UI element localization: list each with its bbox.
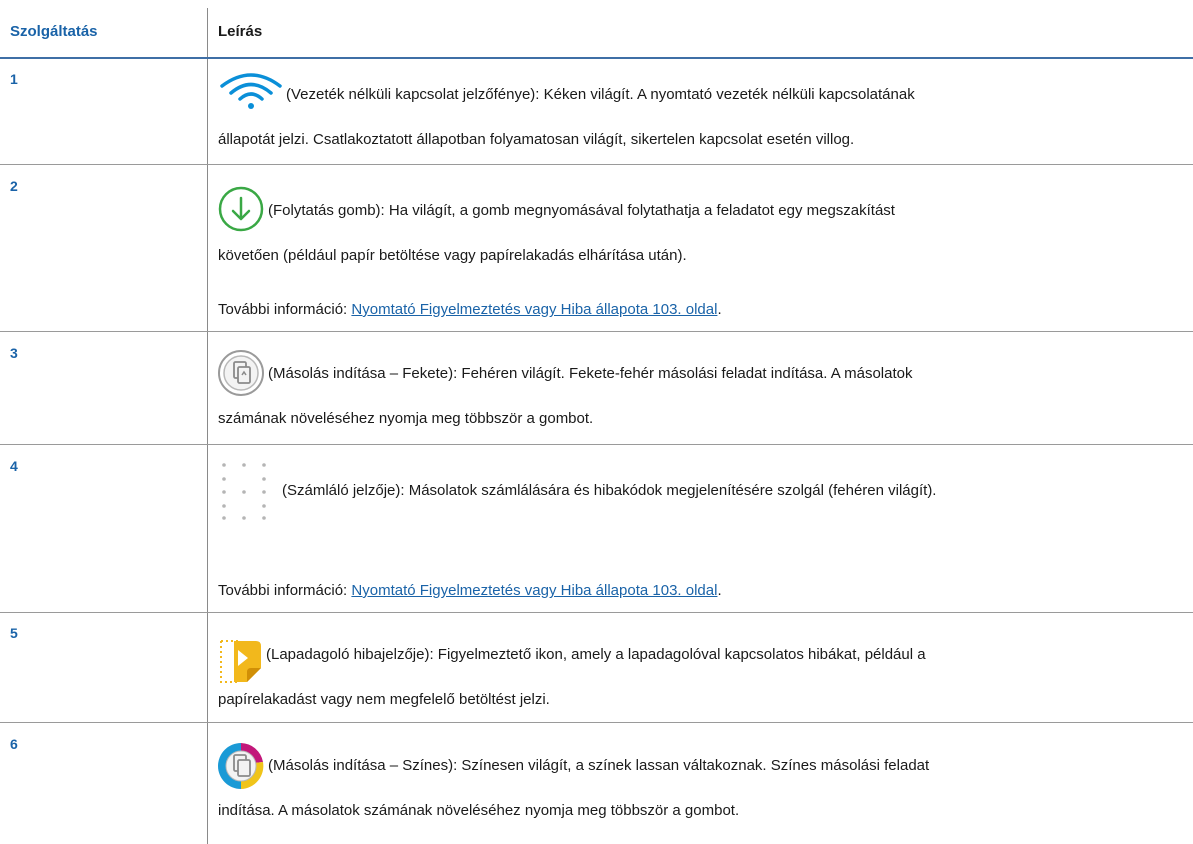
more-info-suffix: . [717,301,722,318]
more-info-link[interactable]: Nyomtató Figyelmeztetés vagy Hiba állapo… [351,301,717,318]
resume-arrow-down-icon [218,186,264,237]
row-number: 6 [10,736,18,752]
description-line: (Számláló jelzője): Másolatok számlálásá… [282,482,937,499]
description-line: (Másolás indítása – Színes): Színesen vi… [268,757,930,774]
description-line: követően (például papír betöltése vagy p… [218,247,687,264]
row-number: 3 [10,345,18,361]
more-info: További információ: Nyomtató Figyelmezte… [218,581,722,601]
row-number: 4 [10,458,18,474]
description-line: papírelakadást vagy nem megfelelő betölt… [218,691,550,708]
header-description: Leírás [218,23,263,40]
row-divider [0,164,1193,165]
more-info-suffix: . [717,582,722,599]
more-info-label: További információ: [218,301,352,318]
table-header: Szolgáltatás Leírás [0,10,1193,56]
header-rule [0,57,1193,59]
more-info-label: További információ: [218,582,352,599]
row-number: 5 [10,625,18,641]
column-divider [207,8,208,844]
more-info: További információ: Nyomtató Figyelmezte… [218,300,722,320]
copy-color-icon [216,741,266,796]
feeder-error-icon [218,638,264,691]
description-line: (Vezeték nélküli kapcsolat jelzőfénye): … [286,86,915,103]
description-line: (Lapadagoló hibajelzője): Figyelmeztető … [266,646,926,663]
description-line: állapotát jelzi. Csatlakoztatott állapot… [218,131,855,148]
more-info-link[interactable]: Nyomtató Figyelmeztetés vagy Hiba állapo… [351,582,717,599]
copy-black-icon [217,349,265,402]
row-divider [0,444,1193,445]
row-number: 2 [10,178,18,194]
description-line: számának növeléséhez nyomja meg többször… [218,410,594,427]
description-line: (Másolás indítása – Fekete): Fehéren vil… [268,365,913,382]
wifi-icon [218,70,284,115]
header-service: Szolgáltatás [10,23,98,40]
counter-dots-icon [220,460,274,551]
row-divider [0,612,1193,613]
row-divider [0,722,1193,723]
row-number: 1 [10,71,18,87]
row-divider [0,331,1193,332]
description-line: indítása. A másolatok számának növeléséh… [218,802,740,819]
description-line: (Folytatás gomb): Ha világít, a gomb meg… [268,202,895,219]
